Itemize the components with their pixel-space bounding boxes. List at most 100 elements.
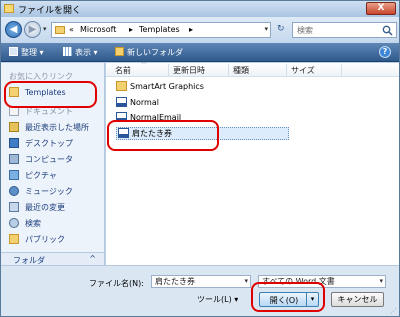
search-input[interactable]: 検索	[292, 22, 397, 38]
recent-pages-dropdown-icon[interactable]: ▾	[43, 25, 47, 33]
nav-item-recent-places[interactable]: 最近表示した場所	[9, 122, 89, 135]
nav-item-search[interactable]: 検索	[9, 218, 41, 231]
close-button[interactable]: X	[366, 2, 396, 15]
forward-button[interactable]: ▶	[24, 21, 41, 38]
documents-icon	[9, 106, 19, 116]
column-date-modified[interactable]: 更新日時	[173, 65, 205, 76]
nav-item-label: Templates	[25, 88, 66, 97]
organize-icon	[9, 47, 18, 56]
organize-button[interactable]: 整理 ▾	[9, 47, 44, 58]
views-label: 表示 ▾	[75, 48, 98, 57]
address-dropdown-icon[interactable]: ▾	[264, 25, 268, 33]
folder-icon	[116, 81, 127, 91]
search-folder-icon	[9, 218, 19, 228]
word-template-icon	[116, 97, 127, 107]
open-options-dropdown-icon[interactable]: ▾	[306, 293, 318, 306]
file-list: 名前 ^ 更新日時 種類 サイズ SmartArt Graphics Norma…	[106, 61, 399, 265]
new-folder-icon	[115, 47, 124, 56]
nav-item-desktop[interactable]: デスクトップ	[9, 138, 73, 151]
help-button[interactable]: ?	[379, 46, 391, 58]
views-button[interactable]: 表示 ▾	[63, 47, 98, 58]
dialog-folder-icon	[4, 4, 14, 13]
nav-item-label: 最近表示した場所	[25, 123, 89, 132]
nav-item-label: ピクチャ	[25, 171, 57, 180]
organize-label: 整理 ▾	[21, 48, 44, 57]
pictures-icon	[9, 170, 19, 180]
file-name: NormalEmail	[130, 113, 182, 122]
column-divider[interactable]	[341, 64, 342, 76]
file-name: Normal	[130, 98, 159, 107]
nav-item-label: ミュージック	[25, 187, 73, 196]
resize-grip-icon[interactable]: ⋰	[390, 307, 397, 315]
word-template-icon	[116, 112, 127, 122]
new-folder-button[interactable]: 新しいフォルダ	[115, 47, 183, 58]
breadcrumb-separator-icon[interactable]: ▸	[129, 25, 133, 34]
folder-icon	[9, 87, 19, 97]
address-row: ◀ ▶ ▾ « Microsoft ▸ Templates ▸ ▾ ↻ 検索	[1, 17, 399, 43]
search-icon[interactable]	[382, 25, 393, 36]
nav-item-music[interactable]: ミュージック	[9, 186, 73, 199]
file-name: 肩たたき券	[132, 129, 172, 138]
filename-label: ファイル名(N):	[89, 279, 144, 288]
folders-toggle[interactable]: フォルダ ^	[1, 252, 104, 265]
computer-icon	[9, 154, 19, 164]
column-size[interactable]: サイズ	[291, 65, 315, 76]
sort-ascending-icon: ^	[141, 61, 147, 69]
address-bar[interactable]: « Microsoft ▸ Templates ▸ ▾	[51, 22, 271, 38]
nav-item-computer[interactable]: コンピュータ	[9, 154, 73, 167]
recently-changed-icon	[9, 202, 19, 212]
breadcrumb-separator-icon[interactable]: ▸	[189, 25, 193, 34]
nav-item-recently-changed[interactable]: 最近の変更	[9, 202, 65, 215]
nav-item-label: パブリック	[25, 235, 65, 244]
cancel-button[interactable]: キャンセル	[331, 292, 384, 307]
chevron-down-icon[interactable]: ▾	[379, 276, 383, 287]
dialog-footer: ファイル名(N): 肩たたき券 ▾ すべての Word 文書 ▾ ツール(L) …	[1, 265, 399, 316]
file-type-select[interactable]: すべての Word 文書 ▾	[258, 275, 386, 288]
column-divider[interactable]	[228, 64, 229, 76]
column-header: 名前 ^ 更新日時 種類 サイズ	[106, 61, 399, 77]
list-item[interactable]: NormalEmail	[116, 112, 181, 125]
nav-item-label: 最近の変更	[25, 203, 65, 212]
new-folder-label: 新しいフォルダ	[127, 48, 183, 57]
chevron-down-icon[interactable]: ▾	[244, 276, 248, 287]
nav-item-documents[interactable]: ドキュメント	[9, 106, 73, 119]
filename-input[interactable]: 肩たたき券 ▾	[151, 275, 251, 288]
column-divider[interactable]	[286, 64, 287, 76]
music-icon	[9, 186, 19, 196]
word-template-icon	[118, 128, 129, 138]
views-icon	[63, 47, 72, 56]
back-button[interactable]: ◀	[5, 21, 22, 38]
list-item[interactable]: Normal	[116, 97, 159, 110]
window-title: ファイルを開く	[18, 6, 82, 16]
nav-item-label: 検索	[25, 219, 41, 228]
refresh-icon[interactable]: ↻	[277, 24, 285, 34]
nav-item-label: デスクトップ	[25, 139, 73, 148]
back-arrow-icon: ◀	[9, 24, 18, 35]
open-file-dialog: ファイルを開く X ◀ ▶ ▾ « Microsoft ▸ Templates …	[0, 0, 400, 317]
command-toolbar: 整理 ▾ 表示 ▾ 新しいフォルダ ?	[1, 43, 399, 62]
list-item[interactable]: SmartArt Graphics	[116, 81, 204, 94]
nav-item-label: コンピュータ	[25, 155, 73, 164]
breadcrumb-microsoft[interactable]: Microsoft	[80, 25, 116, 34]
breadcrumb-overflow[interactable]: «	[69, 25, 74, 34]
search-placeholder: 検索	[297, 26, 313, 35]
filename-value: 肩たたき券	[155, 277, 195, 286]
navigation-pane: お気に入りリンク Templates ドキュメント 最近表示した場所 デスクトッ…	[1, 63, 105, 265]
column-name[interactable]: 名前	[115, 65, 131, 76]
nav-item-templates[interactable]: Templates	[9, 87, 66, 100]
nav-item-label: ドキュメント	[25, 107, 73, 116]
title-bar: ファイルを開く X	[1, 1, 399, 17]
file-name: SmartArt Graphics	[130, 82, 204, 91]
column-divider[interactable]	[168, 64, 169, 76]
recent-places-icon	[9, 122, 19, 132]
nav-item-pictures[interactable]: ピクチャ	[9, 170, 57, 183]
favorite-links-header: お気に入りリンク	[9, 72, 73, 81]
nav-item-public[interactable]: パブリック	[9, 234, 65, 247]
breadcrumb-templates[interactable]: Templates	[139, 25, 180, 34]
public-folder-icon	[9, 234, 19, 244]
chevron-up-icon: ^	[89, 254, 96, 263]
column-type[interactable]: 種類	[233, 65, 249, 76]
tools-button[interactable]: ツール(L) ▾	[197, 294, 238, 305]
open-button[interactable]: 開く(O) ▾	[259, 292, 319, 307]
list-item-selected[interactable]: 肩たたき券	[116, 127, 289, 140]
